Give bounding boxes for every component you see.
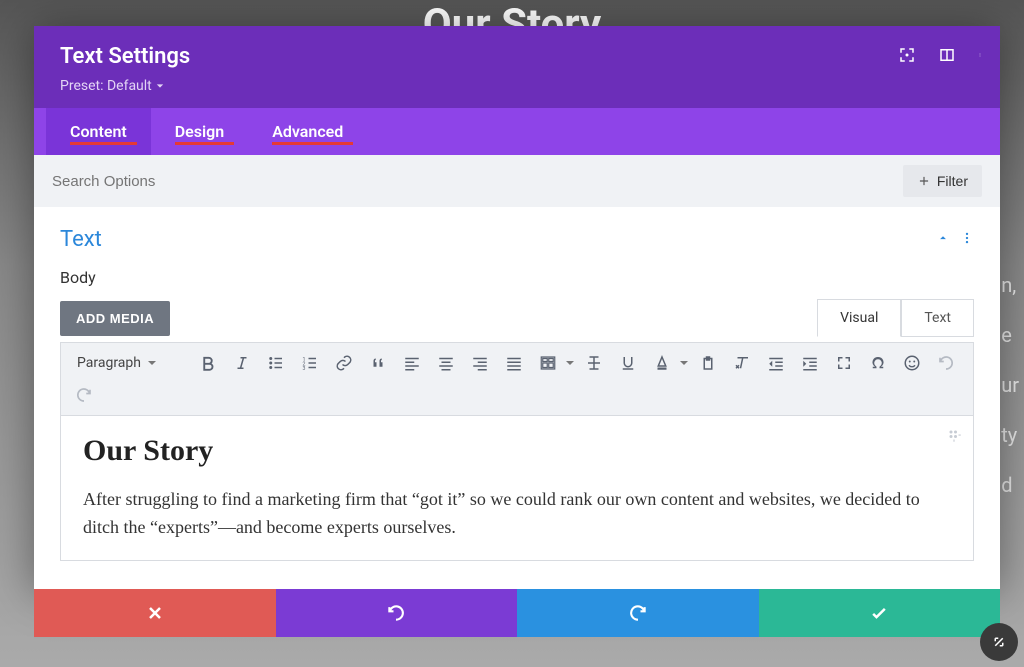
header-icons xyxy=(898,46,982,68)
emoji-icon[interactable] xyxy=(897,349,927,377)
modal-footer xyxy=(34,589,1000,637)
align-left-icon[interactable] xyxy=(397,349,427,377)
bg-frag: d xyxy=(1001,460,1019,510)
tab-design[interactable]: Design xyxy=(151,108,248,155)
tab-content[interactable]: Content xyxy=(46,108,151,155)
settings-tabs: Content Design Advanced xyxy=(34,108,1000,155)
caret-down-icon xyxy=(156,82,164,90)
fullscreen-icon[interactable] xyxy=(829,349,859,377)
align-justify-icon[interactable] xyxy=(499,349,529,377)
numbered-list-icon[interactable]: 123 xyxy=(295,349,325,377)
bullet-list-icon[interactable] xyxy=(261,349,291,377)
section-controls xyxy=(936,230,974,249)
format-select-label: Paragraph xyxy=(77,355,141,371)
bg-right-text: n, e ur ty d xyxy=(1001,260,1019,510)
search-row: Filter xyxy=(34,155,1000,207)
close-icon xyxy=(145,603,165,623)
svg-text:3: 3 xyxy=(303,366,306,372)
caret-down-icon xyxy=(147,358,157,368)
indent-icon[interactable] xyxy=(795,349,825,377)
wysiwyg-toolbar: Paragraph 123 xyxy=(60,342,974,416)
undo-button[interactable] xyxy=(276,589,518,637)
redo-button[interactable] xyxy=(517,589,759,637)
filter-button[interactable]: Filter xyxy=(903,165,982,197)
cancel-button[interactable] xyxy=(34,589,276,637)
plus-icon xyxy=(917,174,931,188)
format-select[interactable]: Paragraph xyxy=(69,351,189,375)
special-character-icon[interactable] xyxy=(863,349,893,377)
text-settings-modal: Text Settings Preset: Default Content De… xyxy=(34,26,1000,589)
search-input[interactable] xyxy=(52,167,891,196)
undo-icon[interactable] xyxy=(931,349,961,377)
redo-icon xyxy=(628,603,648,623)
editor-body[interactable]: Our Story After struggling to find a mar… xyxy=(60,416,974,561)
media-row: ADD MEDIA Visual Text xyxy=(60,299,974,337)
preset-dropdown[interactable]: Preset: Default xyxy=(60,78,164,94)
collapse-icon[interactable] xyxy=(936,230,950,249)
preset-label: Preset: Default xyxy=(60,78,152,94)
focus-icon[interactable] xyxy=(898,46,916,68)
bold-icon[interactable] xyxy=(193,349,223,377)
text-color-dropdown[interactable] xyxy=(647,349,689,377)
editor-options-icon[interactable] xyxy=(945,426,963,448)
check-icon xyxy=(869,603,889,623)
content-paragraph[interactable]: After struggling to find a marketing fir… xyxy=(83,486,951,542)
content-heading[interactable]: Our Story xyxy=(83,434,951,468)
add-media-button[interactable]: ADD MEDIA xyxy=(60,301,170,336)
align-right-icon[interactable] xyxy=(465,349,495,377)
save-button[interactable] xyxy=(759,589,1001,637)
editor-tab-text[interactable]: Text xyxy=(901,299,974,337)
strikethrough-icon[interactable] xyxy=(579,349,609,377)
bg-frag: ty xyxy=(1001,410,1019,460)
link-icon[interactable] xyxy=(329,349,359,377)
redo-icon[interactable] xyxy=(69,381,99,409)
tab-advanced[interactable]: Advanced xyxy=(248,108,367,155)
table-dropdown[interactable] xyxy=(533,349,575,377)
resize-icon xyxy=(990,633,1008,651)
underline-icon[interactable] xyxy=(613,349,643,377)
outdent-icon[interactable] xyxy=(761,349,791,377)
clear-formatting-icon[interactable] xyxy=(727,349,757,377)
section-header: Text xyxy=(60,227,974,252)
bg-frag: ur xyxy=(1001,360,1019,410)
bg-frag: n, xyxy=(1001,260,1019,310)
editor-mode-tabs: Visual Text xyxy=(817,299,974,337)
more-icon[interactable] xyxy=(978,46,982,68)
section-more-icon[interactable] xyxy=(960,230,974,249)
bg-frag: e xyxy=(1001,310,1019,360)
quote-icon[interactable] xyxy=(363,349,393,377)
align-center-icon[interactable] xyxy=(431,349,461,377)
undo-icon xyxy=(386,603,406,623)
section-title: Text xyxy=(60,227,102,252)
filter-label: Filter xyxy=(937,173,968,189)
italic-icon[interactable] xyxy=(227,349,257,377)
editor-tab-visual[interactable]: Visual xyxy=(817,299,901,337)
paste-icon[interactable] xyxy=(693,349,723,377)
split-view-icon[interactable] xyxy=(938,46,956,68)
resize-handle[interactable] xyxy=(980,623,1018,661)
modal-header: Text Settings Preset: Default xyxy=(34,26,1000,108)
modal-title: Text Settings xyxy=(60,44,974,69)
body-label: Body xyxy=(60,268,974,287)
content-area: Text Body ADD MEDIA Visual Text Paragrap… xyxy=(34,207,1000,589)
